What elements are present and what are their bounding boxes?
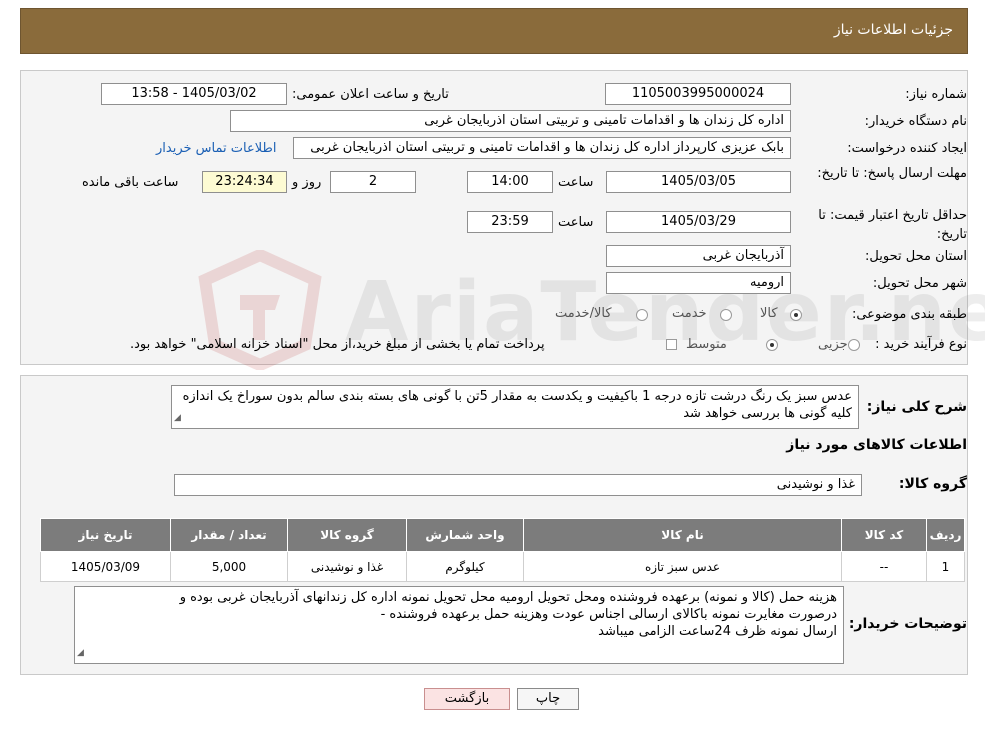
page-title: جزئيات اطلاعات نیاز: [833, 22, 953, 38]
col-header-item-code: کد کالا: [841, 518, 927, 552]
price-validity-time-field: 23:59: [467, 211, 553, 233]
reply-time-label: ساعت: [558, 175, 594, 190]
announce-datetime-field: 1405/03/02 - 13:58: [101, 83, 287, 105]
reply-deadline-label: مهلت ارسال پاسخ: تا تاریخ:: [817, 166, 967, 181]
need-number-field: 1105003995000024: [605, 83, 791, 105]
category-option-goods: کالا: [760, 306, 778, 321]
reply-date-field: 1405/03/05: [606, 171, 791, 193]
treasury-checkbox[interactable]: [666, 339, 677, 350]
items-table: ردیف کد کالا نام کالا واحد شمارش گروه کا…: [40, 518, 965, 582]
back-button[interactable]: بازگشت: [424, 688, 510, 710]
process-radio-minor[interactable]: [848, 339, 860, 351]
province-label: استان محل تحویل:: [865, 249, 967, 264]
col-header-group: گروه کالا: [287, 518, 407, 552]
process-type-label: نوع فرآیند خرید :: [875, 337, 967, 352]
summary-textarea[interactable]: عدس سبز یک رنگ درشت تازه درجه 1 باکیفیت …: [171, 385, 859, 429]
summary-text: عدس سبز یک رنگ درشت تازه درجه 1 باکیفیت …: [182, 389, 852, 421]
buyer-contact-link[interactable]: اطلاعات تماس خریدار: [156, 141, 276, 156]
buyer-org-field: اداره کل زندان ها و اقدامات تامینی و ترب…: [230, 110, 791, 132]
category-label: طبقه بندی موضوعی:: [851, 307, 967, 322]
reply-time-field: 14:00: [467, 171, 553, 193]
summary-label: شرح کلی نیاز:: [866, 399, 967, 415]
table-header-row: ردیف کد کالا نام کالا واحد شمارش گروه کا…: [40, 518, 965, 552]
col-header-need-date: تاریخ نیاز: [40, 518, 171, 552]
creator-label: ایجاد کننده درخواست:: [847, 141, 967, 156]
remaining-time-label: ساعت باقی مانده: [82, 175, 179, 190]
cell-need-date: 1405/03/09: [40, 551, 171, 582]
goods-group-field: غذا و نوشیدنی: [174, 474, 862, 496]
buyer-notes-line-3: ارسال نمونه ظرف 24ساعت الزامی میباشد: [598, 624, 837, 639]
buyer-notes-line-1: هزینه حمل (کالا و نمونه) برعهده فروشنده …: [179, 590, 837, 605]
resize-grip-icon: ◢: [77, 648, 84, 658]
days-remaining-field: 2: [330, 171, 416, 193]
buyer-notes-textarea[interactable]: هزینه حمل (کالا و نمونه) برعهده فروشنده …: [74, 586, 844, 664]
category-radio-goods-service[interactable]: [636, 309, 648, 321]
category-option-service: خدمت: [672, 306, 707, 321]
items-section-title: اطلاعات کالاهای مورد نیاز: [786, 437, 967, 453]
city-field: ارومیه: [606, 272, 791, 294]
remaining-time-field: 23:24:34: [202, 171, 287, 193]
announce-datetime-label: تاریخ و ساعت اعلان عمومی:: [292, 87, 449, 102]
price-validity-time-label: ساعت: [558, 215, 594, 230]
col-header-item-name: نام کالا: [523, 518, 842, 552]
city-label: شهر محل تحویل:: [872, 276, 967, 291]
price-validity-date-field: 1405/03/29: [606, 211, 791, 233]
buyer-org-label: نام دستگاه خريدار:: [864, 114, 967, 129]
col-header-unit: واحد شمارش: [406, 518, 524, 552]
resize-grip-icon: ◢: [174, 413, 181, 423]
print-button[interactable]: چاپ: [517, 688, 579, 710]
cell-item-name: عدس سبز تازه: [523, 551, 842, 582]
col-header-quantity: تعداد / مقدار: [170, 518, 288, 552]
creator-field: بابک عزیزی کارپرداز اداره کل زندان ها و …: [293, 137, 791, 159]
buyer-notes-label: توضیحات خریدار:: [848, 616, 967, 632]
buyer-notes-line-2: درصورت مغایرت نمونه باکالای ارسالی اجناس…: [380, 607, 837, 622]
cell-group: غذا و نوشیدنی: [287, 551, 407, 582]
goods-group-label: گروه کالا:: [898, 476, 967, 492]
days-label: روز و: [292, 175, 322, 190]
table-row: 1 -- عدس سبز تازه کیلوگرم غذا و نوشیدنی …: [40, 551, 965, 582]
category-radio-goods[interactable]: [790, 309, 802, 321]
need-number-label: شماره نیاز:: [905, 87, 967, 102]
treasury-note: پرداخت تمام یا بخشی از مبلغ خرید،از محل …: [130, 337, 545, 352]
process-radio-medium[interactable]: [766, 339, 778, 351]
cell-item-code: --: [841, 551, 927, 582]
cell-quantity: 5,000: [170, 551, 288, 582]
process-option-minor: جزیی: [818, 337, 848, 352]
process-option-medium: متوسط: [686, 337, 727, 352]
col-header-row-num: ردیف: [926, 518, 965, 552]
page-header: جزئيات اطلاعات نیاز: [20, 8, 968, 54]
cell-row-num: 1: [926, 551, 965, 582]
category-radio-service[interactable]: [720, 309, 732, 321]
cell-unit: کیلوگرم: [406, 551, 524, 582]
province-field: آذربایجان غربی: [606, 245, 791, 267]
price-validity-label: حداقل تاریخ اعتبار قیمت: تا تاریخ:: [818, 208, 967, 242]
category-option-goods-service: کالا/خدمت: [555, 306, 612, 321]
